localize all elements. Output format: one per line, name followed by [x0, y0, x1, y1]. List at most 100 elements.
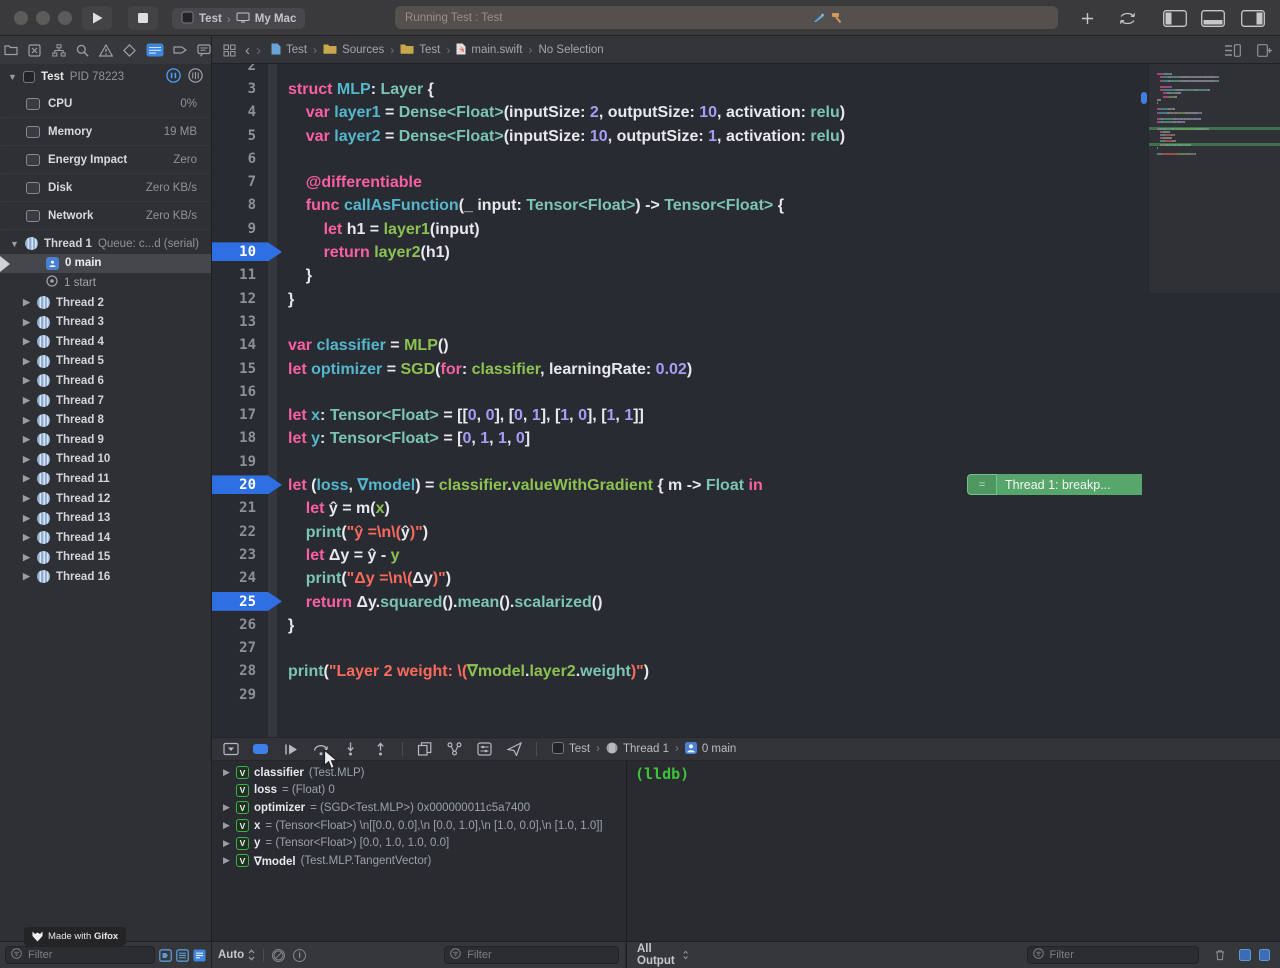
gutter-line-9[interactable]: 9	[212, 217, 268, 240]
thread-view-mode-icon[interactable]	[188, 68, 203, 86]
gutter-line-18[interactable]: 18	[212, 427, 268, 450]
source-editor[interactable]: 23struct MLP: Layer {4 var layer1 = Dens…	[212, 64, 1280, 737]
breadcrumb-item[interactable]: Test	[400, 43, 440, 57]
code-line-2[interactable]: 2	[212, 64, 1148, 77]
thread-row-8[interactable]: ▶Thread 8	[0, 410, 211, 430]
inspector-panel-toggle[interactable]	[1236, 8, 1270, 28]
gutter-line-17[interactable]: 17	[212, 404, 268, 427]
code-line-5[interactable]: 5 var layer2 = Dense<Float>(inputSize: 1…	[212, 124, 1148, 147]
disclosure-triangle[interactable]: ▶	[22, 375, 31, 386]
tab-tests-navigator[interactable]	[122, 41, 137, 60]
thread-row-9[interactable]: ▶Thread 9	[0, 430, 211, 450]
debug-jump-item[interactable]: 0 main	[685, 742, 737, 757]
trash-icon[interactable]	[1215, 948, 1225, 962]
code-line-3[interactable]: 3struct MLP: Layer {	[212, 77, 1148, 100]
code-line-9[interactable]: 9 let h1 = layer1(input)	[212, 217, 1148, 240]
gutter-line-3[interactable]: 3	[212, 77, 268, 100]
gutter-line-24[interactable]: 24	[212, 567, 268, 590]
gutter-line-28[interactable]: 28	[212, 660, 268, 683]
gauge-network[interactable]: NetworkZero KB/s	[2, 202, 209, 230]
gauge-energy[interactable]: Energy ImpactZero	[2, 146, 209, 174]
gutter-line-25[interactable]: 25	[212, 590, 268, 613]
thread-row-15[interactable]: ▶Thread 15	[0, 548, 211, 568]
code-line-11[interactable]: 11 }	[212, 264, 1148, 287]
tab-issues-navigator[interactable]	[99, 41, 114, 60]
flag-filter-icon[interactable]	[159, 949, 172, 962]
disclosure-triangle[interactable]: ▶	[222, 820, 231, 831]
gutter-line-7[interactable]: 7	[212, 171, 268, 194]
process-row[interactable]: ▼TestPID 78223	[0, 64, 211, 90]
code-line-12[interactable]: 12}	[212, 287, 1148, 310]
code-line-20[interactable]: 20let (loss, ∇model) = classifier.valueW…	[212, 473, 1148, 496]
stack-frames-filter-icon[interactable]	[176, 949, 189, 962]
code-line-19[interactable]: 19	[212, 450, 1148, 473]
console-pane-toggle[interactable]	[1259, 949, 1270, 961]
filter-scope-icon[interactable]	[272, 949, 285, 962]
disclosure-triangle[interactable]: ▶	[22, 395, 31, 406]
view-hierarchy-button[interactable]	[416, 741, 433, 757]
gutter-line-15[interactable]: 15	[212, 357, 268, 380]
disclosure-triangle[interactable]: ▶	[22, 356, 31, 367]
gauge-disk[interactable]: DiskZero KB/s	[2, 174, 209, 202]
breakpoints-toggle-button[interactable]	[252, 741, 269, 757]
code-line-21[interactable]: 21 let ŷ = m(x)	[212, 497, 1148, 520]
gutter-line-6[interactable]: 6	[212, 147, 268, 170]
breadcrumb-item[interactable]: main.swift	[456, 43, 522, 58]
code-line-7[interactable]: 7 @differentiable	[212, 171, 1148, 194]
disclosure-triangle[interactable]: ▼	[8, 72, 17, 82]
tab-symbols-navigator[interactable]	[51, 41, 66, 60]
tab-breakpoints-navigator[interactable]	[173, 41, 188, 60]
variable-row-1[interactable]: ▶Vclassifier(Test.MLP)	[212, 764, 625, 782]
variables-filter-input[interactable]	[465, 948, 613, 962]
variables-filter-field[interactable]	[444, 946, 619, 964]
thread-row-12[interactable]: ▶Thread 12	[0, 489, 211, 509]
disclosure-triangle[interactable]: ▶	[22, 454, 31, 465]
editor-swap-button[interactable]	[1112, 8, 1142, 28]
view-mode-icon[interactable]	[193, 949, 206, 962]
debug-jump-item[interactable]: Test	[552, 742, 590, 757]
gutter-line-2[interactable]: 2	[212, 64, 268, 77]
variables-scope-selector[interactable]: Auto	[218, 949, 255, 961]
gauge-cpu[interactable]: CPU0%	[2, 90, 209, 118]
navigator-filter-field[interactable]	[5, 946, 155, 964]
disclosure-triangle[interactable]: ▶	[222, 767, 231, 778]
tab-find-navigator[interactable]	[75, 41, 90, 60]
gutter-line-26[interactable]: 26	[212, 613, 268, 636]
gutter-line-16[interactable]: 16	[212, 380, 268, 403]
thread-row-1[interactable]: ▼Thread 1 Queue: c...d (serial)	[0, 234, 211, 254]
thread-row-10[interactable]: ▶Thread 10	[0, 450, 211, 470]
back-button[interactable]: ‹	[245, 42, 250, 59]
code-line-4[interactable]: 4 var layer1 = Dense<Float>(inputSize: 2…	[212, 101, 1148, 124]
disclosure-triangle[interactable]: ▶	[22, 493, 31, 504]
gutter-line-10[interactable]: 10	[212, 240, 268, 263]
gutter-line-20[interactable]: 20	[212, 473, 268, 496]
frame-row-0-main[interactable]: 0 main	[0, 254, 211, 274]
console-filter-field[interactable]	[1027, 946, 1200, 964]
code-line-28[interactable]: 28print("Layer 2 weight: \(∇model.layer2…	[212, 660, 1148, 683]
scheme-selector[interactable]: Test › My Mac	[172, 8, 305, 29]
thread-row-13[interactable]: ▶Thread 13	[0, 508, 211, 528]
step-into-button[interactable]	[342, 741, 359, 757]
disclosure-triangle[interactable]: ▶	[22, 552, 31, 563]
gutter-line-11[interactable]: 11	[212, 264, 268, 287]
gutter-line-12[interactable]: 12	[212, 287, 268, 310]
zoom-window-button[interactable]	[58, 11, 72, 25]
minimap[interactable]	[1148, 64, 1280, 293]
console-view[interactable]: (lldb)	[626, 761, 1280, 941]
disclosure-triangle[interactable]: ▶	[22, 415, 31, 426]
tab-debug-navigator[interactable]	[146, 41, 164, 60]
navigator-panel-toggle[interactable]	[1158, 8, 1192, 28]
code-line-15[interactable]: 15let optimizer = SGD(for: classifier, l…	[212, 357, 1148, 380]
environment-overrides-button[interactable]	[476, 741, 493, 757]
gutter-line-23[interactable]: 23	[212, 543, 268, 566]
library-add-button[interactable]	[1072, 8, 1102, 28]
hide-debug-area-button[interactable]	[222, 741, 239, 757]
variable-row-4[interactable]: ▶Vx= (Tensor<Float>) \n[[0.0, 0.0],\n [0…	[212, 817, 625, 835]
scrollbar-thumb[interactable]	[1141, 92, 1147, 104]
disclosure-triangle[interactable]: ▶	[222, 802, 231, 813]
variable-row-5[interactable]: ▶Vy= (Tensor<Float>) [0.0, 1.0, 1.0, 0.0…	[212, 834, 625, 852]
step-out-button[interactable]	[372, 741, 389, 757]
variables-pane-toggle[interactable]	[1239, 949, 1250, 961]
code-line-18[interactable]: 18let y: Tensor<Float> = [0, 1, 1, 0]	[212, 427, 1148, 450]
breadcrumb-item[interactable]: Sources	[323, 43, 384, 57]
